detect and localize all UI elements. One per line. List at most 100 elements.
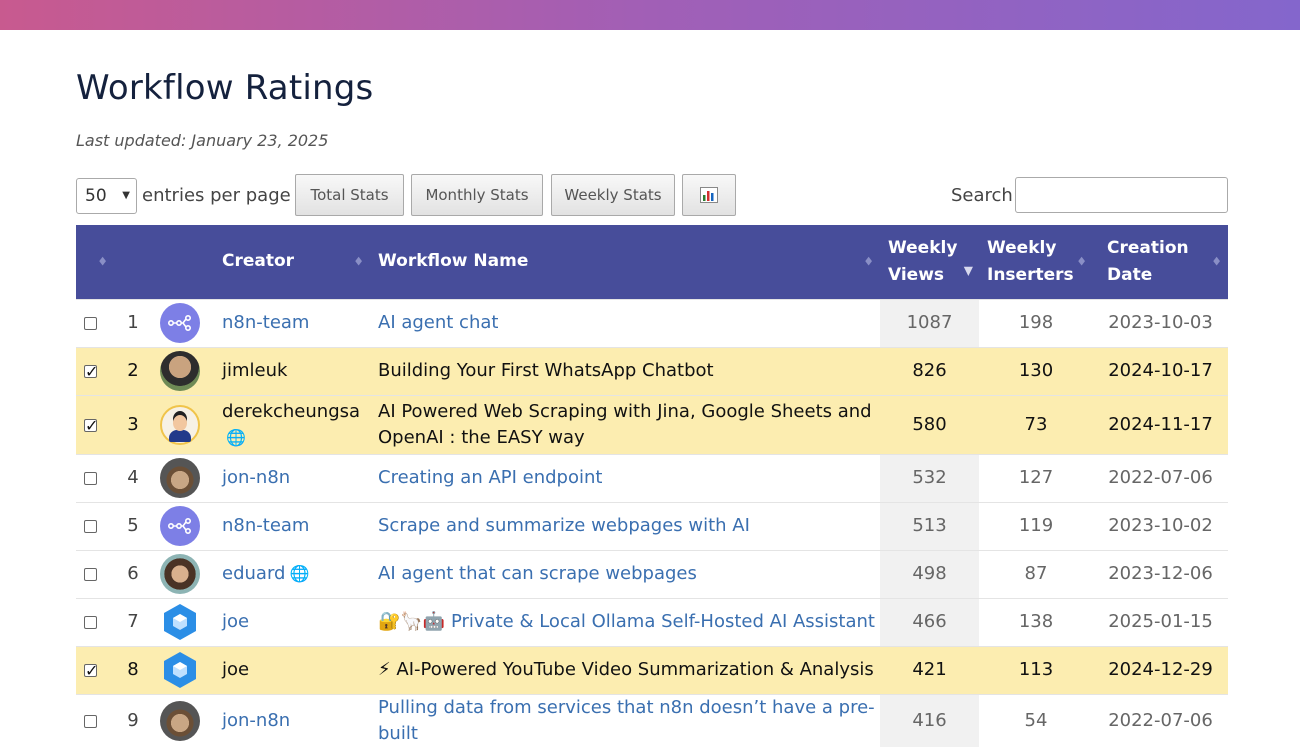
row-checkbox-cell[interactable]	[76, 597, 114, 646]
table-row[interactable]: 5 n8n-team Scrape and summarize webpages w…	[76, 501, 1228, 550]
row-checkbox[interactable]	[84, 568, 97, 581]
sort-descending-icon: ▼	[963, 263, 973, 278]
row-checkbox[interactable]	[84, 413, 98, 439]
row-checkbox[interactable]	[84, 520, 97, 533]
row-checkbox-cell[interactable]	[76, 453, 114, 502]
creator-link[interactable]: n8n-team	[222, 515, 309, 536]
workflow-link[interactable]: AI Powered Web Scraping with Jina, Googl…	[378, 401, 872, 448]
entries-per-page-select[interactable]: 50 ▼	[76, 178, 137, 214]
table-row[interactable]: 2 jimleuk Building Your First WhatsApp Cha…	[76, 346, 1228, 395]
n8n-logo-avatar	[160, 303, 200, 343]
creator-link[interactable]: jon-n8n	[222, 710, 290, 731]
workflow-link[interactable]: AI-Powered YouTube Video Summarization &…	[396, 659, 873, 680]
row-checkbox-cell[interactable]	[76, 298, 114, 347]
user-avatar	[160, 554, 200, 594]
chart-button[interactable]	[682, 174, 736, 216]
table-row[interactable]: 6 eduard 🌐 AI agent that can scrape webpage…	[76, 549, 1228, 598]
table-row[interactable]: 3 derekcheungsa 🌐 AI Powered Web Scraping w…	[76, 394, 1228, 454]
table-header-row: ♦ Creator ♦ Workflow Name ♦ Weekly Views ▼ …	[76, 225, 1228, 299]
search-input[interactable]	[1015, 177, 1228, 213]
weekly-inserters-column-header[interactable]: Weekly Inserters ♦	[979, 225, 1093, 299]
creator-link[interactable]: joe	[222, 659, 249, 680]
row-index: 1	[114, 298, 152, 347]
workflow-link[interactable]: Private & Local Ollama Self-Hosted AI As…	[451, 611, 875, 632]
workflow-link[interactable]: AI agent that can scrape webpages	[378, 563, 697, 584]
row-checkbox[interactable]	[84, 317, 97, 330]
sort-icon: ♦	[1076, 254, 1087, 269]
creator-link[interactable]: jimleuk	[222, 360, 287, 381]
hex-logo-avatar	[160, 602, 200, 642]
chevron-down-icon: ▼	[122, 190, 130, 201]
weekly-stats-button[interactable]: Weekly Stats	[551, 174, 675, 216]
weekly-views-cell: 1087	[880, 298, 979, 347]
creation-date-column-header[interactable]: Creation Date ♦	[1093, 225, 1228, 299]
creation-date-cell: 2024-10-17	[1093, 346, 1228, 395]
index-column-header	[114, 225, 152, 299]
weekly-inserters-cell: 127	[979, 453, 1093, 502]
workflow-emoji-prefix: 🔐🦙🤖	[378, 611, 446, 632]
creator-link[interactable]: joe	[222, 611, 249, 632]
row-checkbox[interactable]	[84, 472, 97, 485]
workflow-link[interactable]: Pulling data from services that n8n does…	[378, 697, 875, 744]
page-title: Workflow Ratings	[76, 68, 374, 108]
weekly-inserters-cell: 119	[979, 501, 1093, 550]
creator-cell: derekcheungsa 🌐	[214, 394, 370, 454]
workflow-link[interactable]: Building Your First WhatsApp Chatbot	[378, 360, 714, 381]
creator-cell: joe	[214, 597, 370, 646]
creation-date-cell: 2023-10-03	[1093, 298, 1228, 347]
table-body: 1n8n-teamAI agent chat10871982023-10-032…	[76, 298, 1228, 747]
creator-link[interactable]: jon-n8n	[222, 467, 290, 488]
workflow-link[interactable]: Creating an API endpoint	[378, 467, 602, 488]
table-row[interactable]: 4 jon-n8n Creating an API endpoint 532 127 20…	[76, 453, 1228, 502]
workflow-cell: Building Your First WhatsApp Chatbot	[370, 346, 880, 395]
weekly-inserters-cell: 54	[979, 693, 1093, 747]
creator-column-header[interactable]: Creator ♦	[214, 225, 370, 299]
row-checkbox[interactable]	[84, 359, 98, 385]
creation-date-cell: 2024-12-29	[1093, 645, 1228, 694]
avatar-cell	[152, 501, 214, 550]
row-checkbox[interactable]	[84, 714, 97, 728]
avatar-cell	[152, 298, 214, 347]
row-checkbox-cell[interactable]	[76, 645, 114, 694]
row-index: 5	[114, 501, 152, 550]
creator-link[interactable]: derekcheungsa	[222, 401, 360, 422]
select-column-header[interactable]: ♦	[76, 225, 114, 299]
avatar-cell	[152, 453, 214, 502]
creator-cell: jon-n8n	[214, 693, 370, 747]
row-checkbox-cell[interactable]	[76, 693, 114, 747]
creation-date-cell: 2025-01-15	[1093, 597, 1228, 646]
row-index: 4	[114, 453, 152, 502]
workflow-cell: AI agent that can scrape webpages	[370, 549, 880, 598]
creator-link[interactable]: n8n-team	[222, 312, 309, 333]
row-index: 6	[114, 549, 152, 598]
monthly-stats-button[interactable]: Monthly Stats	[411, 174, 543, 216]
row-checkbox[interactable]	[84, 616, 97, 629]
weekly-inserters-cell: 138	[979, 597, 1093, 646]
table-row[interactable]: 8 joe ⚡ AI-Powered YouTube Video Summariza…	[76, 645, 1228, 694]
weekly-views-column-header[interactable]: Weekly Views ▼	[880, 225, 979, 299]
weekly-views-header-label: Weekly Views	[888, 237, 958, 285]
row-checkbox[interactable]	[84, 658, 98, 684]
globe-icon: 🌐	[226, 427, 246, 447]
row-checkbox-cell[interactable]	[76, 549, 114, 598]
creation-date-cell: 2024-11-17	[1093, 394, 1228, 454]
workflow-name-column-header[interactable]: Workflow Name ♦	[370, 225, 880, 299]
workflow-link[interactable]: Scrape and summarize webpages with AI	[378, 515, 750, 536]
table-row[interactable]: 1 n8n-team AI agent chat 1087 198 2023-10-03	[76, 298, 1228, 347]
row-checkbox-cell[interactable]	[76, 346, 114, 395]
creator-link[interactable]: eduard	[222, 563, 285, 584]
user-avatar	[160, 351, 200, 391]
weekly-inserters-cell: 198	[979, 298, 1093, 347]
sort-icon: ♦	[863, 254, 874, 269]
workflow-cell: AI Powered Web Scraping with Jina, Googl…	[370, 394, 880, 454]
user-avatar	[160, 700, 200, 741]
globe-icon: 🌐	[289, 564, 310, 583]
row-checkbox-cell[interactable]	[76, 501, 114, 550]
row-checkbox-cell[interactable]	[76, 394, 114, 454]
table-row[interactable]: 7 joe 🔐🦙🤖 Private & Local Ollama Self-Host…	[76, 597, 1228, 646]
workflow-link[interactable]: AI agent chat	[378, 312, 498, 333]
table-row[interactable]: 9 jon-n8n Pulling data from services that …	[76, 693, 1228, 747]
weekly-views-cell: 466	[880, 597, 979, 646]
creator-cell: n8n-team	[214, 501, 370, 550]
total-stats-button[interactable]: Total Stats	[295, 174, 404, 216]
